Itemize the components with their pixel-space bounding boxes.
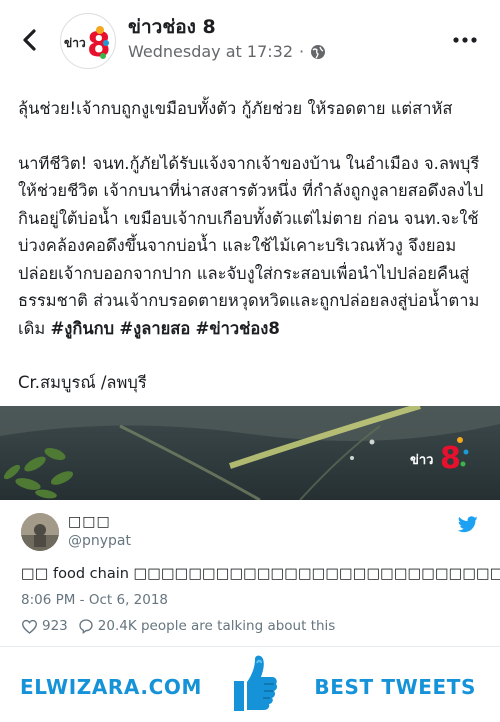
page-name[interactable]: ข่าวช่อง 8 [128,12,216,42]
tweet-display-name[interactable]: □□□ [68,514,111,530]
globe-icon [311,44,326,59]
channel-8-logo: ข่าว 8 [64,25,111,65]
tweet-text: □□ food chain □□□□□□□□□□□□□□□□□□□□□□□□□□… [21,566,500,582]
post-headline: ลุ้นช่วย!เจ้ากบถูกงูเขมือบทั้งตัว กู้ภัย… [18,99,453,118]
like-count[interactable]: 923 [42,618,68,634]
post-photo[interactable]: ข่าว 8 [0,406,500,500]
hashtag-link[interactable]: #งูลายสอ [119,319,190,338]
talking-count[interactable]: 20.4K people are talking about this [98,618,336,634]
post-paragraph-text: นาทีชีวิต! จนท.กู้ภัยได้รับแจ้งจากเจ้าขอ… [18,153,484,338]
logo-text: ข่าว [64,36,86,50]
meta-separator: · [299,42,305,61]
footer-banner: ELWIZARA.COM BEST TWEETS [0,647,500,722]
hashtag-link[interactable]: #งูกินกบ [50,319,114,338]
facebook-post-image: ข่าว 8 ข่าวช่อง 8 Wednesday at 17:32 · ล… [0,0,500,500]
twitter-bird-icon[interactable] [458,516,478,533]
tweet-actions: 923 20.4K people are talking about this [21,618,335,634]
heart-icon[interactable] [21,619,38,634]
avatar[interactable] [21,513,59,551]
thumbs-up-icon [234,655,278,711]
post-timestamp[interactable]: Wednesday at 17:32 [128,42,293,61]
tweet-timestamp[interactable]: 8:06 PM - Oct 6, 2018 [21,592,168,608]
best-tweets-label: BEST TWEETS [314,675,476,699]
tweet-handle[interactable]: @pnypat [68,533,131,549]
brand-name[interactable]: ELWIZARA.COM [20,675,202,699]
more-dots-icon[interactable] [450,30,480,50]
chevron-left-icon [23,29,36,51]
post-header: ข่าว 8 ข่าวช่อง 8 Wednesday at 17:32 · [0,0,500,80]
post-paragraph: นาทีชีวิต! จนท.กู้ภัยได้รับแจ้งจากเจ้าขอ… [18,150,488,343]
post-meta: Wednesday at 17:32 · [128,42,326,61]
speech-bubble-icon[interactable] [78,618,94,634]
page-logo: ข่าว 8 [60,13,116,69]
post-credit: Cr.สมบูรณ์ /ลพบุรี [18,373,147,392]
post-body: ลุ้นช่วย!เจ้ากบถูกงูเขมือบทั้งตัว กู้ภัย… [18,95,488,397]
image-watermark: ข่าว [410,453,434,468]
svg-text:8: 8 [440,441,461,476]
tweet-card[interactable]: □□□ @pnypat □□ food chain □□□□□□□□□□□□□□… [0,500,500,646]
pond-photo: ข่าว 8 [0,406,500,500]
hashtag-link[interactable]: #ข่าวช่อง8 [196,319,280,338]
